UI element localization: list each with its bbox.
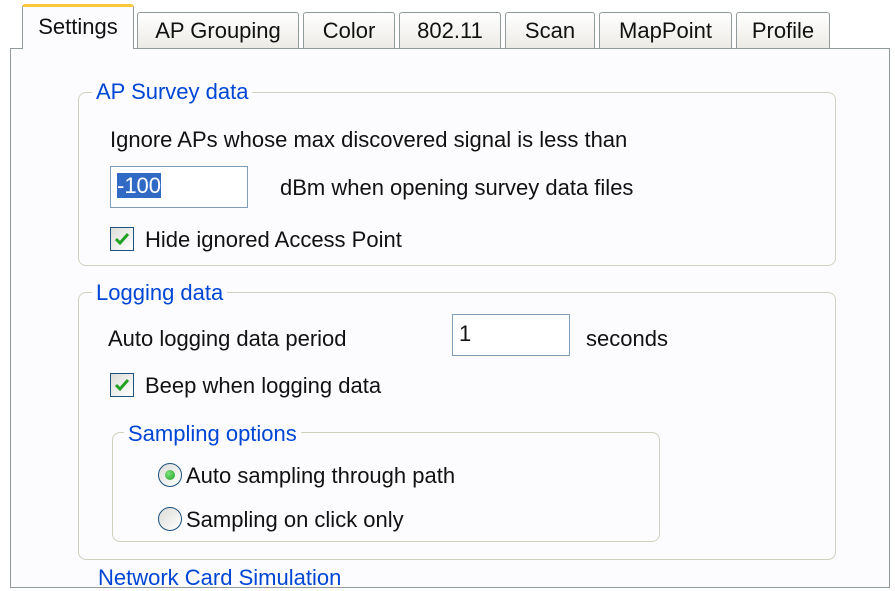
check-icon <box>114 233 130 246</box>
tab-strip: Settings AP Grouping Color 802.11 Scan M… <box>0 0 895 52</box>
hide-ignored-label: Hide ignored Access Point <box>145 227 402 252</box>
logging-title: Logging data <box>92 280 228 306</box>
hide-ignored-checkbox[interactable] <box>110 227 134 251</box>
tab-settings[interactable]: Settings <box>22 4 134 49</box>
signal-threshold-value: -100 <box>117 173 162 198</box>
tab-ap-grouping[interactable]: AP Grouping <box>137 12 299 48</box>
tab-scan[interactable]: Scan <box>505 12 595 48</box>
network-card-simulation-title: Network Card Simulation <box>98 565 342 590</box>
beep-label: Beep when logging data <box>145 373 382 398</box>
sampling-options-title: Sampling options <box>124 421 301 447</box>
ap-survey-title: AP Survey data <box>92 79 253 105</box>
threshold-unit-label: dBm when opening survey data files <box>280 175 634 200</box>
tab-mappoint[interactable]: MapPoint <box>599 12 732 48</box>
logging-period-value: 1 <box>459 321 472 346</box>
tab-802-11[interactable]: 802.11 <box>399 12 501 48</box>
logging-period-input[interactable]: 1 <box>452 314 570 356</box>
click-sampling-label: Sampling on click only <box>186 507 404 532</box>
tab-color[interactable]: Color <box>303 12 395 48</box>
ignore-aps-label: Ignore APs whose max discovered signal i… <box>110 127 628 152</box>
check-icon <box>114 379 130 392</box>
auto-sampling-label: Auto sampling through path <box>186 463 456 488</box>
beep-checkbox[interactable] <box>110 373 134 397</box>
signal-threshold-input[interactable]: -100 <box>110 166 248 208</box>
tab-profile[interactable]: Profile <box>736 12 830 48</box>
logging-period-unit: seconds <box>586 326 668 351</box>
auto-sampling-radio[interactable] <box>158 463 182 487</box>
click-sampling-radio[interactable] <box>158 507 182 531</box>
auto-logging-period-label: Auto logging data period <box>108 326 347 351</box>
radio-selected-dot <box>165 470 175 480</box>
